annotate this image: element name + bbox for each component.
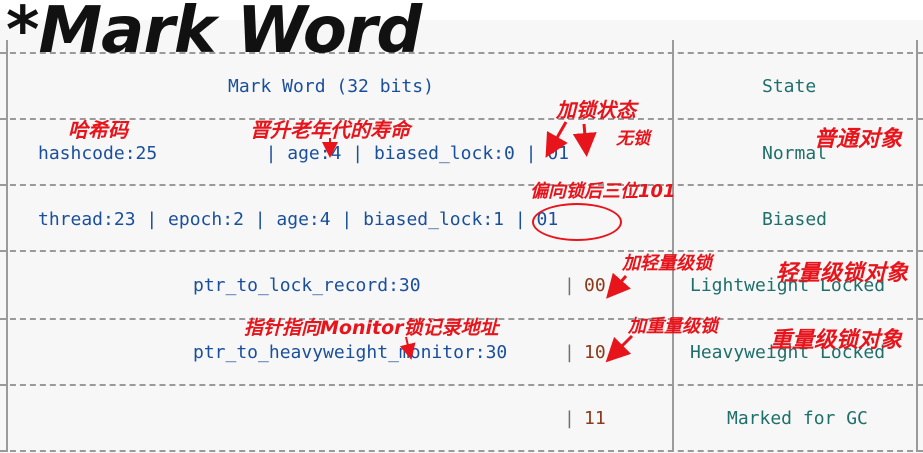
arrow-lock-state-left xyxy=(545,121,568,158)
arrow-pointer xyxy=(399,336,416,360)
arrow-heavy xyxy=(605,334,634,363)
arrow-light xyxy=(606,272,631,299)
arrow-lock-state-right xyxy=(572,123,597,157)
annotation-arrows xyxy=(322,121,634,363)
